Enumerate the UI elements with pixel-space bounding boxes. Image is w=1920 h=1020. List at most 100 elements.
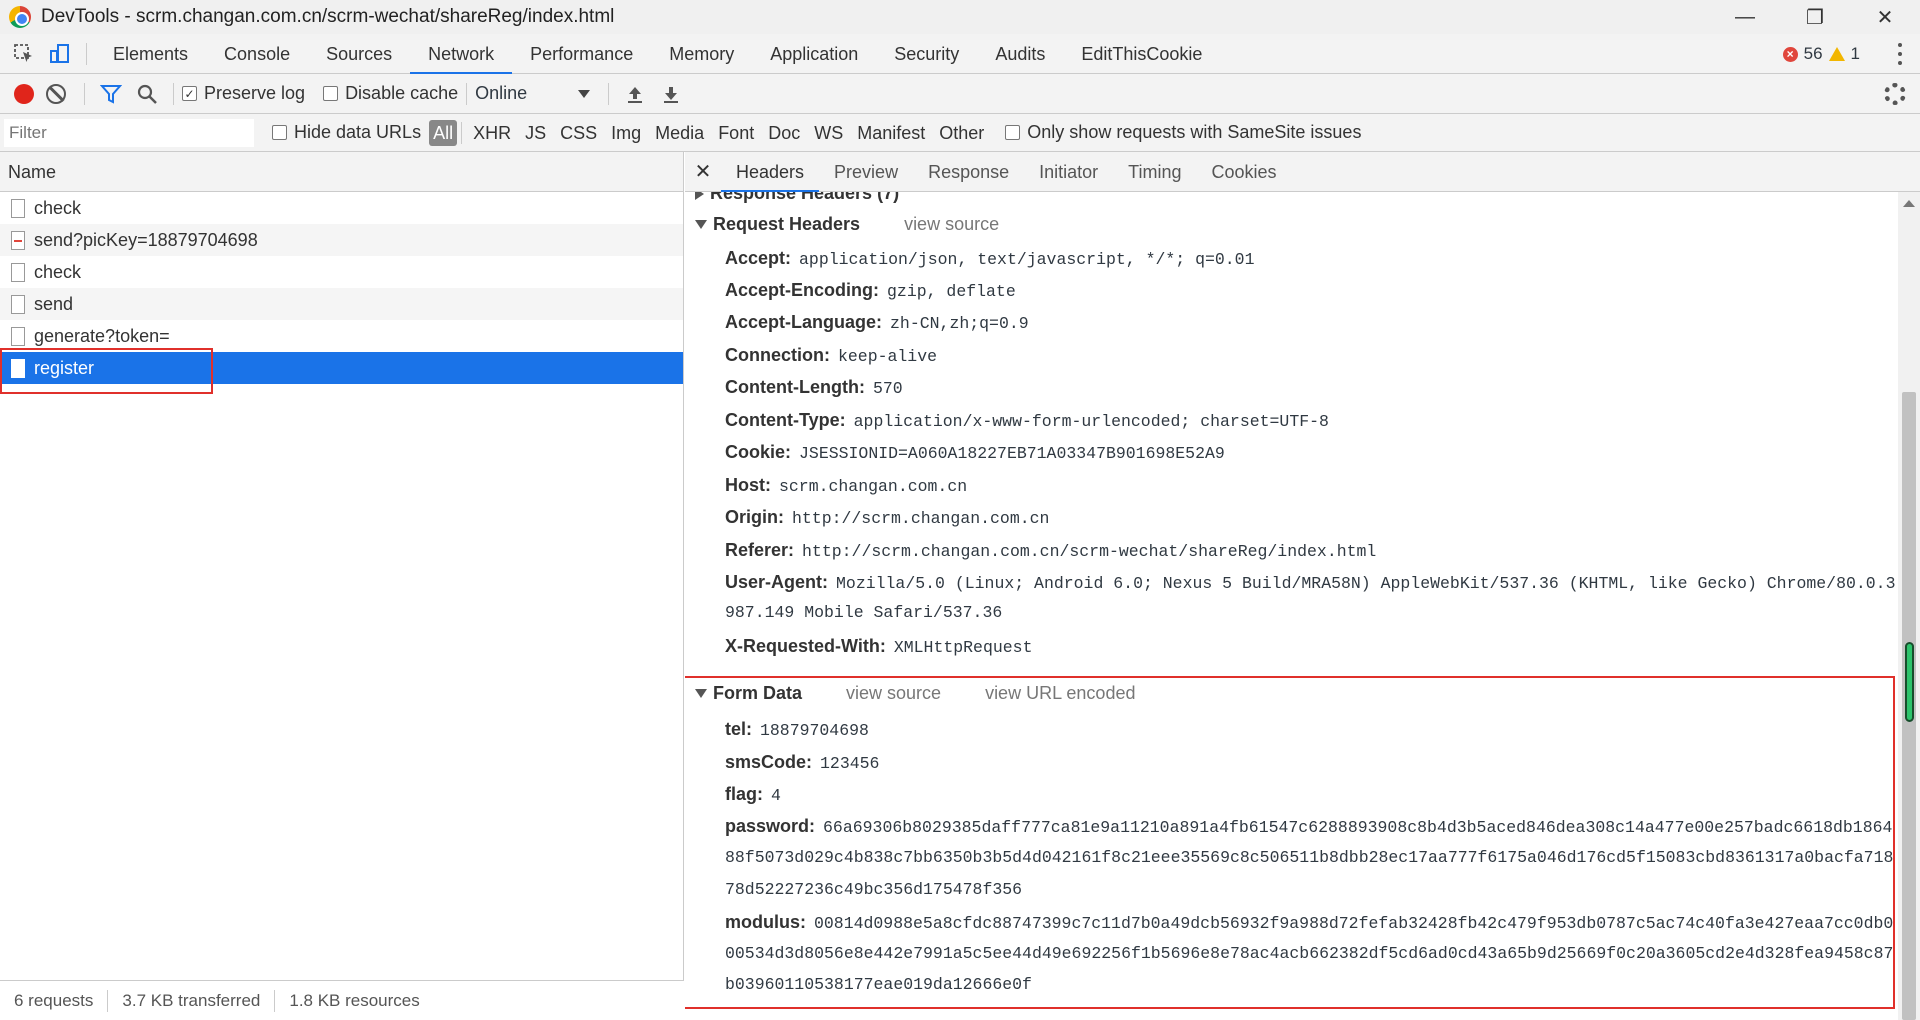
filter-type-img[interactable]: Img bbox=[604, 120, 648, 146]
header-value: http://scrm.changan.com.cn/scrm-wechat/s… bbox=[802, 542, 1377, 561]
hide-data-urls-checkbox[interactable] bbox=[272, 125, 287, 140]
request-name: send bbox=[34, 293, 74, 314]
view-source-link[interactable]: view source bbox=[904, 214, 999, 235]
request-headers-section[interactable]: Request Headers view source bbox=[695, 214, 999, 235]
search-icon[interactable] bbox=[129, 76, 165, 112]
toolbar-divider bbox=[466, 82, 468, 105]
document-icon bbox=[11, 326, 25, 346]
header-row: Referer: http://scrm.changan.com.cn/scrm-… bbox=[725, 540, 1376, 561]
window-titlebar: DevTools - scrm.changan.com.cn/scrm-wech… bbox=[0, 0, 1920, 34]
header-key: Host: bbox=[725, 475, 771, 495]
filter-type-other[interactable]: Other bbox=[932, 120, 991, 146]
filter-type-media[interactable]: Media bbox=[648, 120, 711, 146]
header-key: Referer: bbox=[725, 540, 795, 560]
tab-performance[interactable]: Performance bbox=[512, 34, 651, 74]
inspect-element-icon[interactable] bbox=[6, 36, 42, 72]
gear-icon[interactable] bbox=[1884, 83, 1906, 105]
request-headers-title: Request Headers bbox=[713, 214, 861, 234]
scroll-up-arrow-icon[interactable] bbox=[1903, 200, 1915, 207]
request-details-pane: ✕ Headers Preview Response Initiator Tim… bbox=[685, 152, 1920, 1020]
throttle-select[interactable]: Online bbox=[475, 83, 591, 104]
header-row: Content-Length: 570 bbox=[725, 377, 903, 398]
filter-type-ws[interactable]: WS bbox=[807, 120, 850, 146]
tab-cookies[interactable]: Cookies bbox=[1197, 152, 1292, 192]
maximize-button[interactable]: ❐ bbox=[1780, 0, 1850, 34]
request-row[interactable]: send?picKey=18879704698 bbox=[0, 224, 683, 256]
details-scrollbar[interactable] bbox=[1898, 192, 1920, 1020]
request-row[interactable]: check bbox=[0, 256, 683, 288]
close-window-button[interactable]: ✕ bbox=[1850, 0, 1920, 34]
toolbar-divider bbox=[86, 42, 87, 65]
toolbar-divider bbox=[173, 82, 174, 105]
device-toolbar-icon[interactable] bbox=[42, 36, 78, 72]
record-icon[interactable] bbox=[14, 83, 34, 104]
tab-console[interactable]: Console bbox=[206, 34, 308, 74]
warning-icon bbox=[1828, 47, 1845, 61]
tab-editthiscookie[interactable]: EditThisCookie bbox=[1063, 34, 1220, 74]
highlight-box-form-data bbox=[685, 676, 1895, 1009]
header-row: Cookie: JSESSIONID=A060A18227EB71A03347B9… bbox=[725, 442, 1225, 463]
preserve-log-checkbox[interactable]: ✓ bbox=[182, 86, 197, 101]
header-value: http://scrm.changan.com.cn bbox=[792, 509, 1050, 528]
headers-content: Response Headers (7) Request Headers vie… bbox=[685, 192, 1897, 1020]
tab-audits[interactable]: Audits bbox=[977, 34, 1063, 74]
filter-type-all[interactable]: All bbox=[429, 119, 458, 146]
request-row[interactable]: send bbox=[0, 288, 683, 320]
header-row: Origin: http://scrm.changan.com.cn bbox=[725, 507, 1049, 528]
tab-network[interactable]: Network bbox=[410, 34, 513, 74]
clear-icon[interactable] bbox=[46, 83, 66, 104]
request-name: check bbox=[34, 261, 82, 282]
filter-type-doc[interactable]: Doc bbox=[761, 120, 807, 146]
header-value: zh-CN,zh;q=0.9 bbox=[890, 314, 1029, 333]
header-key: Origin: bbox=[725, 507, 784, 527]
header-value: XMLHttpRequest bbox=[893, 638, 1033, 657]
tab-headers[interactable]: Headers bbox=[721, 152, 820, 192]
header-key: Accept-Encoding: bbox=[725, 280, 880, 300]
tab-application[interactable]: Application bbox=[752, 34, 876, 74]
collapse-triangle-icon bbox=[695, 220, 707, 229]
more-options-icon[interactable] bbox=[1892, 40, 1908, 68]
tab-security[interactable]: Security bbox=[876, 34, 977, 74]
filter-type-xhr[interactable]: XHR bbox=[466, 120, 518, 146]
name-column-header[interactable]: Name bbox=[0, 152, 683, 192]
filter-type-css[interactable]: CSS bbox=[553, 120, 604, 146]
import-har-icon[interactable] bbox=[617, 76, 653, 112]
request-row[interactable]: check bbox=[0, 192, 683, 224]
error-count: 56 bbox=[1803, 44, 1823, 63]
header-key: Content-Type: bbox=[725, 410, 846, 430]
tab-memory[interactable]: Memory bbox=[651, 34, 752, 74]
toolbar-divider bbox=[608, 82, 610, 105]
filter-input[interactable] bbox=[4, 118, 254, 147]
samesite-label: Only show requests with SameSite issues bbox=[1027, 122, 1362, 142]
tab-elements[interactable]: Elements bbox=[95, 34, 206, 74]
tab-preview[interactable]: Preview bbox=[819, 152, 913, 192]
filter-bar: Hide data URLs All XHR JS CSS Img Media … bbox=[0, 114, 1920, 152]
close-icon[interactable]: ✕ bbox=[685, 159, 721, 184]
header-value: JSESSIONID=A060A18227EB71A03347B901698E5… bbox=[799, 444, 1225, 463]
filter-type-manifest[interactable]: Manifest bbox=[850, 120, 932, 146]
header-row: Content-Type: application/x-www-form-urle… bbox=[725, 410, 1329, 431]
minimize-button[interactable]: — bbox=[1710, 0, 1780, 34]
samesite-checkbox[interactable] bbox=[1005, 125, 1021, 140]
document-icon bbox=[11, 198, 25, 218]
toolbar-divider bbox=[84, 82, 85, 105]
tab-response[interactable]: Response bbox=[913, 152, 1024, 192]
requests-pane: Name check send?picKey=18879704698 check… bbox=[0, 152, 684, 1020]
window-title: DevTools - scrm.changan.com.cn/scrm-wech… bbox=[41, 6, 615, 27]
error-icon: × bbox=[1782, 46, 1798, 62]
response-headers-section[interactable]: Response Headers (7) bbox=[695, 192, 899, 204]
disable-cache-checkbox[interactable] bbox=[323, 86, 339, 101]
header-value: application/json, text/javascript, */*; … bbox=[799, 250, 1255, 269]
document-icon bbox=[11, 294, 25, 314]
warning-count: 1 bbox=[1850, 44, 1860, 63]
filter-type-font[interactable]: Font bbox=[711, 120, 761, 146]
tab-timing[interactable]: Timing bbox=[1113, 152, 1196, 192]
filter-type-js[interactable]: JS bbox=[518, 120, 553, 146]
export-har-icon[interactable] bbox=[653, 76, 689, 112]
toolbar-divider bbox=[461, 121, 463, 144]
issues-counter[interactable]: × 56 1 bbox=[1782, 34, 1860, 74]
header-value: Mozilla/5.0 (Linux; Android 6.0; Nexus 5… bbox=[836, 574, 1896, 593]
filter-icon[interactable] bbox=[93, 76, 129, 112]
tab-initiator[interactable]: Initiator bbox=[1024, 152, 1113, 192]
tab-sources[interactable]: Sources bbox=[308, 34, 410, 74]
